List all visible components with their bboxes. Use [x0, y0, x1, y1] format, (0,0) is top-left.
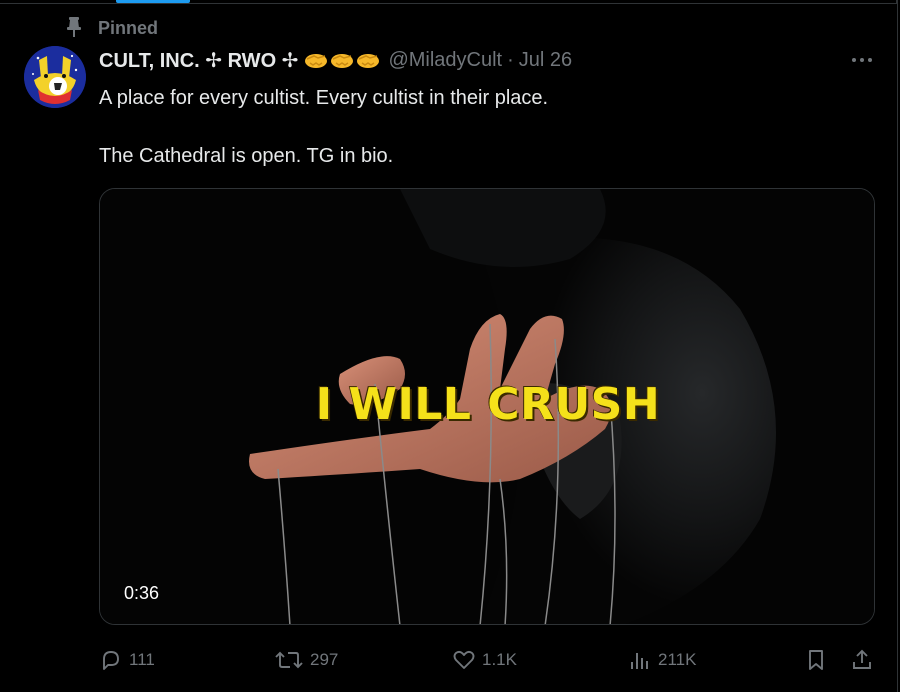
reply-count: 111: [129, 650, 155, 669]
more-options-button[interactable]: [846, 48, 878, 72]
pin-icon: [60, 16, 88, 40]
handshake-icon: [305, 54, 328, 68]
share-icon: [853, 649, 871, 669]
like-button[interactable]: 1.1K: [452, 644, 517, 676]
tweet-text-line: The Cathedral is open. TG in bio.: [99, 145, 394, 167]
right-divider: [897, 0, 898, 692]
repost-count: 297: [310, 650, 339, 669]
pinned-label-row: Pinned: [60, 16, 158, 40]
repost-button[interactable]: 297: [274, 644, 338, 676]
display-name[interactable]: CULT, INC. ✢ RWO ✢: [99, 48, 298, 73]
active-tab-indicator: [116, 0, 190, 3]
reply-button[interactable]: 111: [99, 644, 155, 676]
tweet-date[interactable]: Jul 26: [519, 49, 572, 72]
tweet-text-line: A place for every cultist. Every cultist…: [99, 87, 549, 109]
reply-icon: [103, 651, 119, 670]
bookmark-icon: [809, 650, 823, 670]
bookmark-button[interactable]: [804, 644, 834, 676]
tweet-header: CULT, INC. ✢ RWO ✢ @MiladyCult · Jul 26: [99, 46, 572, 74]
repost-icon: [275, 651, 303, 669]
tweet-frame: Pinned CULT, INC. ✢ RWO ✢ @MiladyCult · …: [0, 0, 900, 692]
video-duration: 0:36: [124, 583, 160, 603]
view-count: 211K: [658, 650, 697, 669]
analytics-icon: [631, 653, 648, 669]
author-handle[interactable]: @MiladyCult: [388, 49, 502, 72]
video-caption: I WILL CRUSH: [315, 379, 661, 430]
handshake-icon: [331, 54, 354, 68]
views-button[interactable]: 211K: [628, 644, 696, 676]
more-icon: [852, 58, 872, 62]
tweet-actions: 111 297 1.1K 211K: [0, 644, 900, 676]
handshake-icon: [357, 54, 380, 68]
like-count: 1.1K: [482, 650, 517, 669]
header-separator: ·: [507, 48, 514, 71]
tweet-text: A place for every cultist. Every cultist…: [99, 84, 548, 171]
heart-icon: [453, 650, 475, 669]
video-player[interactable]: I WILL CRUSH 0:36: [99, 188, 875, 625]
pinned-label: Pinned: [98, 17, 159, 38]
share-button[interactable]: [850, 644, 880, 676]
name-emojis: [304, 50, 380, 70]
avatar[interactable]: [24, 46, 86, 108]
